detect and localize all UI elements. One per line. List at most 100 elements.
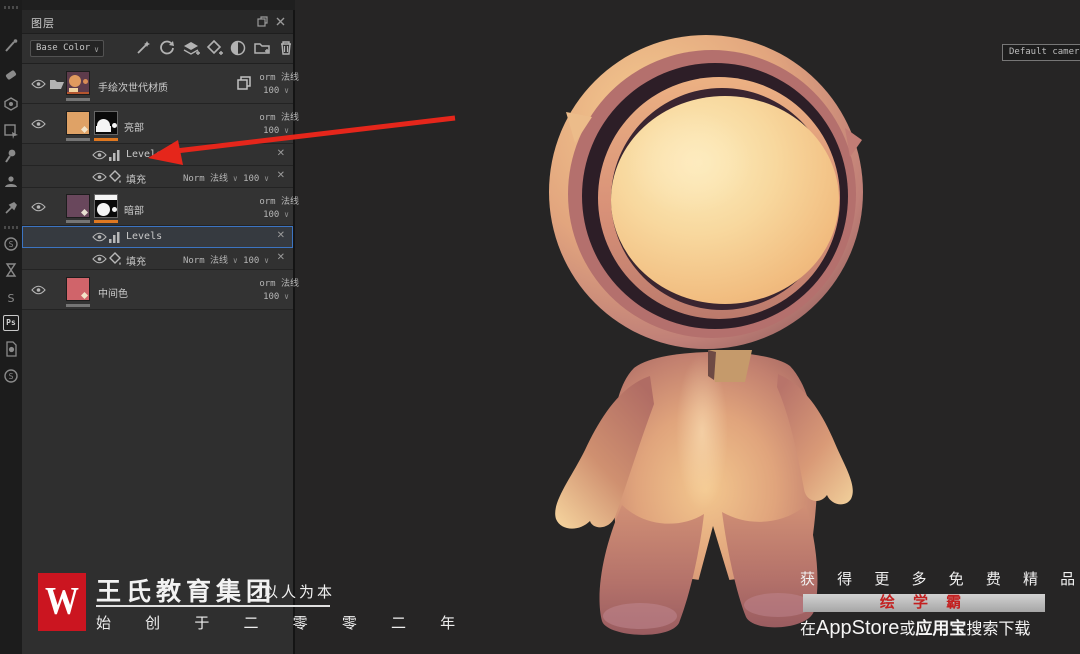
- remove-effect-icon[interactable]: [277, 148, 285, 159]
- rail-grip: [4, 226, 18, 229]
- paint-bucket-icon: [108, 170, 122, 184]
- paint-brush-tool-icon[interactable]: [3, 38, 19, 54]
- projection-tool-icon[interactable]: [3, 96, 19, 112]
- company-logo: W: [38, 573, 86, 631]
- layer-name: 手绘次世代材质: [98, 83, 168, 94]
- svg-text:S: S: [9, 240, 14, 249]
- visibility-eye-icon[interactable]: [31, 285, 46, 295]
- eraser-tool-icon[interactable]: [3, 67, 19, 83]
- promo-or: 或: [899, 621, 916, 638]
- layer-color-thumbnail[interactable]: [66, 277, 90, 301]
- layer-color-thumbnail[interactable]: [66, 111, 90, 135]
- svg-text:S: S: [9, 372, 14, 381]
- group-thumbnail[interactable]: [66, 71, 90, 95]
- fill-opacity-value[interactable]: 100: [243, 174, 269, 184]
- add-smart-material-icon[interactable]: [158, 39, 176, 57]
- effect-name: Levels: [126, 231, 163, 242]
- viewport-3d[interactable]: Default camera: [295, 0, 1080, 654]
- effect-row-fill[interactable]: 填充 Norm 法线 100: [22, 248, 293, 270]
- layer-row-dark[interactable]: 暗部 orm 法线 100: [22, 188, 299, 226]
- fill-blend-value[interactable]: Norm 法线: [183, 256, 238, 266]
- layer-color-thumbnail[interactable]: [66, 194, 90, 218]
- layer-row-group[interactable]: 手绘次世代材质 orm 法线 100: [22, 64, 299, 104]
- remove-effect-icon[interactable]: [277, 170, 285, 181]
- substance-settings-icon[interactable]: S: [3, 236, 19, 252]
- layer-row-mid[interactable]: 中间色 orm 法线 100: [22, 270, 299, 310]
- add-fill-layer-icon[interactable]: [206, 39, 224, 57]
- add-effect-wand-icon[interactable]: [134, 39, 152, 57]
- blend-mode-value[interactable]: orm 法线: [259, 276, 299, 289]
- visibility-eye-icon[interactable]: [92, 150, 107, 160]
- opacity-value[interactable]: 100: [263, 210, 289, 220]
- add-folder-icon[interactable]: [253, 39, 271, 57]
- source-icon[interactable]: S: [3, 290, 19, 306]
- add-layer-icon[interactable]: [182, 39, 200, 57]
- promo-prefix: 在: [800, 621, 817, 638]
- effect-row-levels[interactable]: Levels: [22, 144, 293, 166]
- layer-row-light[interactable]: 亮部 orm 法线 100: [22, 104, 299, 144]
- effect-name: 填充: [126, 257, 146, 268]
- layer-mask-thumbnail[interactable]: [94, 111, 118, 135]
- promo-line3: 在AppStore或应用宝搜索下载: [800, 614, 1054, 640]
- channel-strip: [66, 304, 90, 307]
- remove-effect-icon[interactable]: [277, 230, 285, 241]
- levels-histogram-icon: [108, 230, 122, 244]
- branding-footer: W 王氏教育集团 以人为本 始 创 于 二 零 零 二 年: [0, 560, 455, 654]
- blend-mode-value[interactable]: orm 法线: [259, 70, 299, 83]
- company-slogan: 以人为本: [263, 584, 336, 601]
- visibility-eye-icon[interactable]: [92, 172, 107, 182]
- photoshop-plugin-icon[interactable]: Ps: [3, 315, 19, 331]
- fill-blend-value[interactable]: Norm 法线: [183, 174, 238, 184]
- polygon-fill-tool-icon[interactable]: [3, 123, 19, 139]
- opacity-value[interactable]: 100: [263, 126, 289, 136]
- blend-mode-value[interactable]: orm 法线: [259, 194, 299, 207]
- channel-strip: [66, 138, 90, 141]
- layer-name: 中间色: [98, 289, 128, 300]
- layer-name: 暗部: [124, 206, 144, 217]
- blend-mode-value[interactable]: orm 法线: [259, 110, 299, 123]
- instance-icon[interactable]: [235, 74, 254, 93]
- promo-appstore: AppStore: [816, 617, 900, 639]
- open-folder-icon[interactable]: [48, 75, 64, 91]
- tool-rail: S S Ps S: [0, 0, 22, 654]
- mask-strip: [94, 138, 118, 141]
- clone-tool-icon[interactable]: [3, 174, 19, 190]
- promo-line1: 获 得 更 多 免 费 精 品 教 程: [800, 571, 1080, 588]
- promo-banner: 绘 学 霸: [803, 594, 1045, 612]
- delete-layer-icon[interactable]: [277, 39, 295, 57]
- close-panel-icon[interactable]: [274, 15, 287, 28]
- paint-bucket-icon: [108, 252, 122, 266]
- opacity-value[interactable]: 100: [263, 86, 289, 96]
- rail-grip: [4, 6, 18, 9]
- layer-mask-thumbnail[interactable]: [94, 194, 118, 218]
- visibility-eye-icon[interactable]: [92, 254, 107, 264]
- effect-name: Levels: [126, 149, 163, 160]
- layers-panel: 图层 Base Color ∨ 手绘次世代材质 orm 法线 100 ∨ 亮部 …: [22, 10, 299, 654]
- document-icon[interactable]: [3, 341, 19, 357]
- promo-yingyongbao: 应用宝: [915, 619, 967, 638]
- channel-filter-dropdown[interactable]: Base Color: [30, 40, 104, 57]
- layers-panel-header: 图层: [22, 10, 293, 34]
- visibility-eye-icon[interactable]: [31, 119, 46, 129]
- channel-strip: [66, 98, 90, 101]
- effect-row-fill[interactable]: 填充 Norm 法线 100: [22, 166, 293, 188]
- opacity-value[interactable]: 100: [263, 292, 289, 302]
- effect-row-levels-selected[interactable]: Levels: [22, 226, 293, 248]
- visibility-eye-icon[interactable]: [92, 232, 107, 242]
- remove-effect-icon[interactable]: [277, 252, 285, 263]
- camera-label: Default camera: [1002, 44, 1080, 61]
- visibility-eye-icon[interactable]: [31, 79, 46, 89]
- company-name: 王氏教育集团: [96, 578, 277, 606]
- share-settings-icon[interactable]: S: [3, 368, 19, 384]
- effect-name: 填充: [126, 175, 146, 186]
- fill-opacity-value[interactable]: 100: [243, 256, 269, 266]
- material-picker-tool-icon[interactable]: [3, 200, 19, 216]
- add-mask-icon[interactable]: [229, 39, 247, 57]
- logo-letter: W: [45, 580, 79, 623]
- visibility-eye-icon[interactable]: [31, 202, 46, 212]
- history-hourglass-icon[interactable]: [3, 262, 19, 278]
- float-panel-icon[interactable]: [256, 15, 269, 28]
- panel-title: 图层: [31, 18, 55, 30]
- smudge-tool-icon[interactable]: [3, 148, 19, 164]
- promo-suffix: 搜索下载: [966, 621, 1031, 638]
